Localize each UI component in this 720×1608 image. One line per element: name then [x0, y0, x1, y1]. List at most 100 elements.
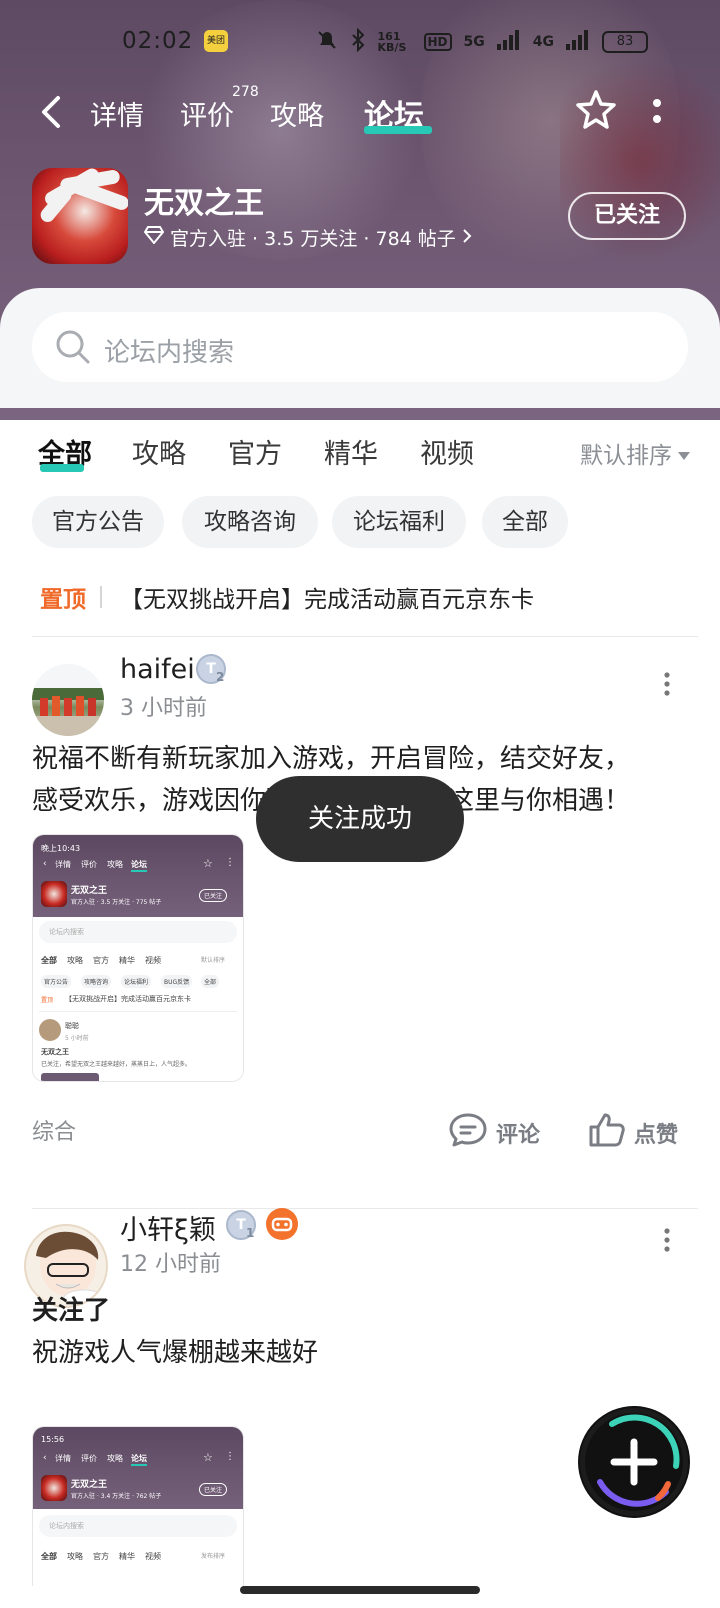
post-body-line: 祝福不断有新玩家加入游戏，开启冒险，结交好友， [32, 744, 631, 774]
comment-icon [448, 1112, 488, 1154]
thumb-header: 晚上10:43 ‹ 详情 评价 攻略 论坛 ☆ ⋮ 无双之王 官方入驻 · 3.… [33, 835, 243, 917]
level-number: 2 [216, 670, 225, 684]
thumb-game-meta: 官方入驻 · 3.4 万关注 · 762 帖子 [71, 1493, 162, 1500]
thumb-post-title: 无双之王 [41, 1048, 69, 1056]
game-badge-icon [266, 1208, 298, 1240]
thumb-cat: 官方 [93, 956, 109, 965]
thumb-follow: 已关注 [199, 1483, 228, 1496]
thumb-tab: 评价 [81, 860, 97, 869]
post-image[interactable]: 15:56 ‹ 详情 评价 攻略 论坛 ☆ ⋮ 无双之王 官方入驻 · 3.4 … [32, 1426, 244, 1586]
post-card[interactable]: haifei T 2 3 小时前 祝福不断有新玩家加入游戏，开启冒险，结交好友，… [0, 654, 720, 1200]
bluetooth-icon [350, 27, 366, 56]
pinned-post[interactable]: 置顶 【无双挑战开启】完成活动赢百元京东卡 [0, 578, 720, 618]
thumb-star-icon: ☆ [203, 857, 213, 870]
post-username[interactable]: haifei [120, 654, 195, 685]
chip-all[interactable]: 全部 [482, 496, 568, 548]
filter-chips: 官方公告 攻略咨询 论坛福利 全部 [0, 496, 720, 548]
more-icon[interactable] [664, 672, 670, 696]
hd-icon: HD [423, 33, 452, 51]
meituan-badge: 美团 [204, 30, 228, 52]
cat-tab-video[interactable]: 视频 [420, 432, 474, 471]
thumb-cat: 全部 [41, 956, 57, 965]
diamond-icon [143, 226, 165, 249]
top-nav: 详情 评价 278 攻略 论坛 [0, 84, 720, 138]
follow-button[interactable]: 已关注 [568, 192, 686, 240]
thumb-game-icon [41, 1475, 67, 1501]
search-input[interactable]: 论坛内搜索 [32, 312, 688, 382]
post-username[interactable]: 小轩ξ颖 [120, 1208, 216, 1247]
thumb-user: 聪聪 [65, 1022, 79, 1030]
comment-button[interactable]: 评论 [448, 1112, 540, 1154]
thumb-star-icon: ☆ [203, 1451, 213, 1464]
more-icon[interactable] [652, 98, 662, 128]
thumb-sort: 发布排序 [201, 1553, 226, 1560]
post-time: 12 小时前 [120, 1252, 221, 1277]
sort-label: 默认排序 [580, 443, 672, 469]
post-title: 关注了 [32, 1296, 111, 1326]
thumb-chip: 官方公告 [41, 975, 72, 988]
cat-tab-official[interactable]: 官方 [228, 432, 282, 471]
game-info: 无双之王 官方入驻 · 3.5 万关注 · 784 帖子 已关注 [0, 166, 720, 266]
chip-announcements[interactable]: 官方公告 [32, 496, 164, 548]
home-indicator[interactable] [240, 1586, 480, 1594]
thumb-cat: 官方 [93, 1552, 109, 1561]
signal-bars-icon [496, 30, 521, 54]
post-card[interactable]: 小轩ξ颖 T 1 12 小时前 关注了 祝游戏人气爆棚越来越好 15:56 ‹ … [0, 1208, 720, 1586]
thumb-tab: 详情 [55, 1454, 71, 1463]
signal-bars-icon [566, 30, 590, 54]
plus-icon[interactable] [580, 1408, 688, 1516]
thumb-cat: 攻略 [67, 956, 83, 965]
more-icon[interactable] [664, 1228, 670, 1252]
caret-down-icon [678, 440, 690, 466]
search-section: 论坛内搜索 [0, 288, 720, 408]
thumb-game-icon [41, 881, 67, 907]
category-tabs: 全部 攻略 官方 精华 视频 默认排序 [0, 428, 720, 484]
back-icon[interactable] [38, 92, 68, 132]
tab-details[interactable]: 详情 [90, 94, 144, 133]
post-image[interactable]: 晚上10:43 ‹ 详情 评价 攻略 论坛 ☆ ⋮ 无双之王 官方入驻 · 3.… [32, 834, 244, 1082]
tab-reviews[interactable]: 评价 [180, 94, 234, 133]
thumb-tab: 评价 [81, 1454, 97, 1463]
thumb-tab: 攻略 [107, 1454, 123, 1463]
like-button[interactable]: 点赞 [588, 1112, 678, 1154]
chip-guide-questions[interactable]: 攻略咨询 [182, 496, 318, 548]
thumb-time: 晚上10:43 [41, 844, 81, 853]
avatar[interactable] [32, 664, 104, 736]
thumb-chip: 全部 [201, 975, 220, 988]
thumb-header: 15:56 ‹ 详情 评价 攻略 论坛 ☆ ⋮ 无双之王 官方入驻 · 3.4 … [33, 1427, 243, 1509]
thumb-chip: 论坛福利 [121, 975, 152, 988]
thumb-body: 论坛内搜索 全部 攻略 官方 精华 视频 默认排序 官方公告 攻略咨询 论坛福利… [33, 917, 243, 1081]
net-speed: 161 KB/S [377, 30, 407, 54]
thumb-cat: 视频 [145, 956, 161, 965]
star-icon[interactable] [574, 88, 618, 132]
thumb-tab: 详情 [55, 860, 71, 869]
cat-tab-featured[interactable]: 精华 [324, 432, 378, 471]
chip-forum-benefits[interactable]: 论坛福利 [332, 496, 466, 548]
signal-5g: 5G [463, 34, 485, 50]
post-body: 祝游戏人气爆棚越来越好 [32, 1338, 319, 1368]
thumb-game-name: 无双之王 [71, 886, 108, 896]
divider [100, 586, 102, 608]
thumb-pinned: 【无双挑战开启】完成活动赢百元京东卡 [65, 995, 191, 1003]
pinned-title: 【无双挑战开启】完成活动赢百元京东卡 [120, 587, 534, 613]
review-count: 278 [232, 84, 259, 100]
sort-dropdown[interactable]: 默认排序 [580, 436, 690, 470]
post-footer: 综合 评论 点赞 [0, 1110, 720, 1150]
thumb-chip: BUG反馈 [161, 975, 193, 988]
game-meta[interactable]: 官方入驻 · 3.5 万关注 · 784 帖子 [143, 224, 472, 251]
chevron-right-icon [462, 227, 472, 249]
game-icon[interactable] [32, 168, 128, 264]
cat-tab-guides[interactable]: 攻略 [132, 432, 186, 471]
status-time: 02:02 [122, 28, 194, 54]
thumb-search: 论坛内搜索 [49, 928, 84, 936]
thumb-follow: 已关注 [199, 889, 228, 902]
thumb-time: 15:56 [41, 1435, 65, 1444]
thumb-avatar [39, 1019, 61, 1041]
thumb-cat: 精华 [119, 1552, 135, 1561]
thumb-pinned-tag: 置顶 [41, 997, 54, 1004]
toast-message: 关注成功 [256, 776, 464, 862]
thumb-back-icon: ‹ [43, 1453, 47, 1463]
thumb-game-name: 无双之王 [71, 1480, 108, 1490]
pinned-tag: 置顶 [40, 587, 86, 613]
tab-guides[interactable]: 攻略 [270, 94, 324, 133]
